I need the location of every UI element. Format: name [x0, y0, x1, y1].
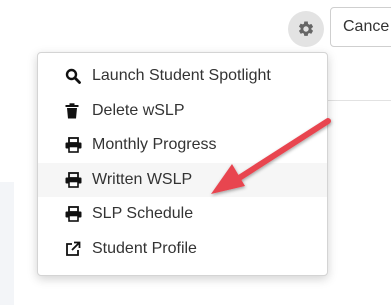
menu-item-launch-student-spotlight[interactable]: Launch Student Spotlight	[38, 59, 327, 94]
page-divider	[320, 100, 391, 101]
menu-item-slp-schedule[interactable]: SLP Schedule	[38, 197, 327, 232]
left-panel	[0, 182, 14, 305]
print-icon	[65, 136, 83, 154]
settings-button[interactable]	[288, 11, 324, 47]
menu-item-student-profile[interactable]: Student Profile	[38, 232, 327, 267]
menu-item-delete-wslp[interactable]: Delete wSLP	[38, 94, 327, 129]
menu-item-label: Launch Student Spotlight	[92, 67, 271, 85]
cancel-button-label: Cance	[343, 18, 390, 35]
trash-icon	[65, 102, 83, 120]
menu-item-label: Written WSLP	[92, 170, 193, 188]
menu-item-label: Monthly Progress	[92, 136, 217, 154]
search-icon	[65, 67, 83, 85]
menu-item-label: Student Profile	[92, 239, 197, 257]
external-link-icon	[65, 240, 83, 258]
actions-dropdown-menu: Launch Student Spotlight Delete wSLP Mon…	[37, 52, 328, 276]
cancel-button[interactable]: Cance	[330, 7, 391, 47]
menu-item-label: Delete wSLP	[92, 101, 185, 119]
menu-item-label: SLP Schedule	[92, 205, 194, 223]
menu-item-monthly-progress[interactable]: Monthly Progress	[38, 128, 327, 163]
gear-icon	[298, 21, 314, 36]
menu-item-written-wslp[interactable]: Written WSLP	[38, 162, 327, 197]
print-icon	[65, 171, 83, 189]
print-icon	[65, 205, 83, 223]
